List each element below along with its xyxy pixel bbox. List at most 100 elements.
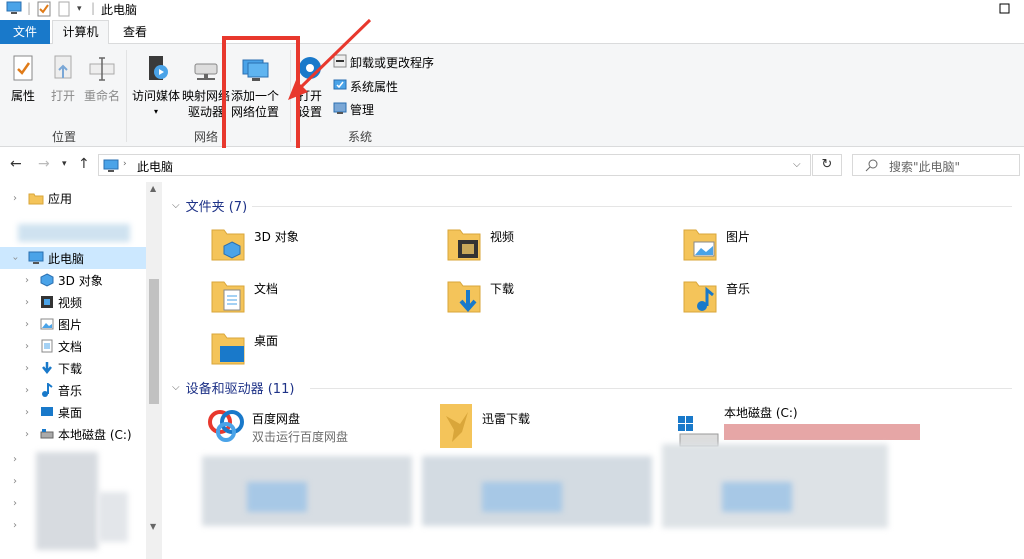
downloads-folder-icon	[446, 276, 484, 319]
tab-computer[interactable]: 计算机	[52, 20, 109, 45]
folder-item-documents[interactable]: 文档	[210, 276, 278, 319]
nav-item-documents[interactable]: › 文档	[12, 335, 158, 357]
folder-item-desktop[interactable]: 桌面	[210, 328, 278, 371]
system-properties-button[interactable]: 系统属性	[333, 77, 398, 95]
device-label: 迅雷下载	[482, 412, 531, 426]
nav-item-apps[interactable]: › 应用	[0, 187, 146, 209]
tab-file[interactable]: 文件	[0, 20, 50, 44]
open-button[interactable]: 打开	[48, 54, 78, 104]
access-media-label: 访问媒体	[132, 89, 181, 103]
music-note-icon	[40, 383, 54, 397]
expand-chevron-icon[interactable]: ›	[20, 407, 34, 418]
computer-icon	[103, 159, 119, 176]
collapse-chevron-icon[interactable]: ⌵	[172, 200, 180, 211]
properties-quick-access-icon[interactable]	[37, 1, 51, 20]
scroll-up-icon[interactable]: ▲	[150, 184, 156, 193]
capacity-bar	[724, 424, 920, 440]
redacted-item	[36, 452, 98, 550]
expand-chevron-icon[interactable]: ›	[20, 429, 34, 440]
nav-item-label: 视频	[58, 295, 83, 310]
forward-arrow-icon[interactable]: →	[38, 156, 50, 172]
uninstall-program-button[interactable]: 卸载或更改程序	[333, 53, 434, 71]
computer-icon	[28, 251, 44, 265]
3d-objects-folder-icon	[210, 224, 248, 267]
ribbon-tabs: 文件 计算机 查看	[0, 20, 1024, 45]
expand-chevron-icon[interactable]: ›	[20, 363, 34, 374]
access-media-button[interactable]: 访问媒体 ▾	[132, 54, 180, 120]
nav-item-label: 文档	[58, 339, 83, 354]
nav-item-music[interactable]: › 音乐	[12, 379, 158, 401]
documents-folder-icon	[210, 276, 248, 319]
rename-label: 重命名	[84, 89, 121, 103]
rename-icon	[88, 57, 116, 87]
nav-item-desktop[interactable]: › 桌面	[12, 401, 158, 423]
folder-item-3d-objects[interactable]: 3D 对象	[210, 224, 299, 267]
nav-item-label: 下载	[58, 361, 83, 376]
quick-access-dropdown-icon[interactable]: ▾	[77, 4, 82, 14]
content-pane: ⌵ 文件夹 (7) 3D 对象 视频 图片 文档 下载 音乐 桌面 ⌵ 设备和驱…	[162, 182, 1024, 559]
expand-chevron-icon[interactable]: ›	[8, 454, 22, 465]
media-server-icon	[141, 56, 171, 87]
folder-item-downloads[interactable]: 下载	[446, 276, 514, 319]
network-drive-icon	[191, 63, 221, 87]
nav-scrollbar[interactable]: ▲ ▼	[146, 182, 162, 559]
up-arrow-icon[interactable]: ↑	[78, 156, 90, 172]
maximize-button[interactable]	[990, 0, 1020, 20]
search-input[interactable]: 搜索"此电脑"	[852, 154, 1020, 176]
expand-chevron-icon[interactable]: ›	[8, 498, 22, 509]
new-folder-quick-access-icon[interactable]	[58, 1, 70, 20]
manage-button[interactable]: 管理	[333, 100, 374, 118]
system-properties-label: 系统属性	[350, 79, 399, 94]
expand-chevron-icon[interactable]: ›	[20, 275, 34, 286]
separator-icon: |	[91, 1, 96, 15]
nav-item-label: 此电脑	[48, 251, 85, 266]
computer-icon	[6, 1, 22, 18]
address-bar[interactable]: › 此电脑 ⌵	[98, 154, 811, 176]
devices-section-header[interactable]: ⌵ 设备和驱动器 (11)	[172, 378, 294, 397]
expand-chevron-icon[interactable]: ›	[20, 341, 34, 352]
recent-locations-icon[interactable]: ▾	[62, 159, 67, 169]
refresh-button[interactable]: ↻	[812, 154, 842, 176]
nav-item-pictures[interactable]: › 图片	[12, 313, 158, 335]
music-folder-icon	[682, 276, 720, 319]
address-dropdown-icon[interactable]: ⌵	[793, 159, 801, 170]
rename-button[interactable]: 重命名	[84, 54, 120, 104]
section-divider	[310, 388, 1012, 389]
folder-item-pictures[interactable]: 图片	[682, 224, 750, 267]
folder-item-videos[interactable]: 视频	[446, 224, 514, 267]
expand-chevron-icon[interactable]: ›	[8, 520, 22, 531]
video-icon	[40, 295, 54, 309]
nav-item-label: 音乐	[58, 383, 83, 398]
nav-item-this-pc[interactable]: › 此电脑	[0, 247, 146, 269]
tab-view[interactable]: 查看	[110, 20, 160, 44]
properties-button[interactable]: 属性	[8, 54, 38, 104]
expand-chevron-icon[interactable]: ›	[8, 476, 22, 487]
back-arrow-icon[interactable]: ←	[10, 156, 22, 172]
folders-section-header[interactable]: ⌵ 文件夹 (7)	[172, 196, 247, 215]
collapse-chevron-icon[interactable]: ›	[10, 251, 21, 265]
device-label: 本地磁盘 (C:)	[724, 406, 798, 420]
nav-item-3d-objects[interactable]: › 3D 对象	[12, 269, 158, 291]
nav-item-downloads[interactable]: › 下载	[12, 357, 158, 379]
breadcrumb-chevron-icon[interactable]: ›	[123, 159, 127, 169]
highlight-annotation-box	[222, 36, 300, 154]
redacted-device	[482, 482, 562, 512]
nav-item-label: 图片	[58, 317, 83, 332]
folder-label: 视频	[490, 230, 515, 244]
location-group-label: 位置	[52, 130, 77, 144]
folders-header-label: 文件夹 (7)	[185, 200, 248, 215]
expand-chevron-icon[interactable]: ›	[20, 297, 34, 308]
collapse-chevron-icon[interactable]: ⌵	[172, 382, 180, 393]
scroll-down-icon[interactable]: ▼	[150, 522, 156, 531]
nav-item-videos[interactable]: › 视频	[12, 291, 158, 313]
scroll-thumb[interactable]	[149, 279, 159, 404]
folder-item-music[interactable]: 音乐	[682, 276, 750, 319]
nav-item-local-disk-c[interactable]: › 本地磁盘 (C:)	[12, 423, 158, 445]
search-placeholder: 搜索"此电脑"	[889, 160, 961, 174]
document-icon	[40, 339, 54, 353]
expand-chevron-icon[interactable]: ›	[8, 193, 22, 204]
refresh-icon: ↻	[821, 157, 833, 172]
devices-header-label: 设备和驱动器 (11)	[185, 382, 295, 397]
expand-chevron-icon[interactable]: ›	[20, 385, 34, 396]
expand-chevron-icon[interactable]: ›	[20, 319, 34, 330]
